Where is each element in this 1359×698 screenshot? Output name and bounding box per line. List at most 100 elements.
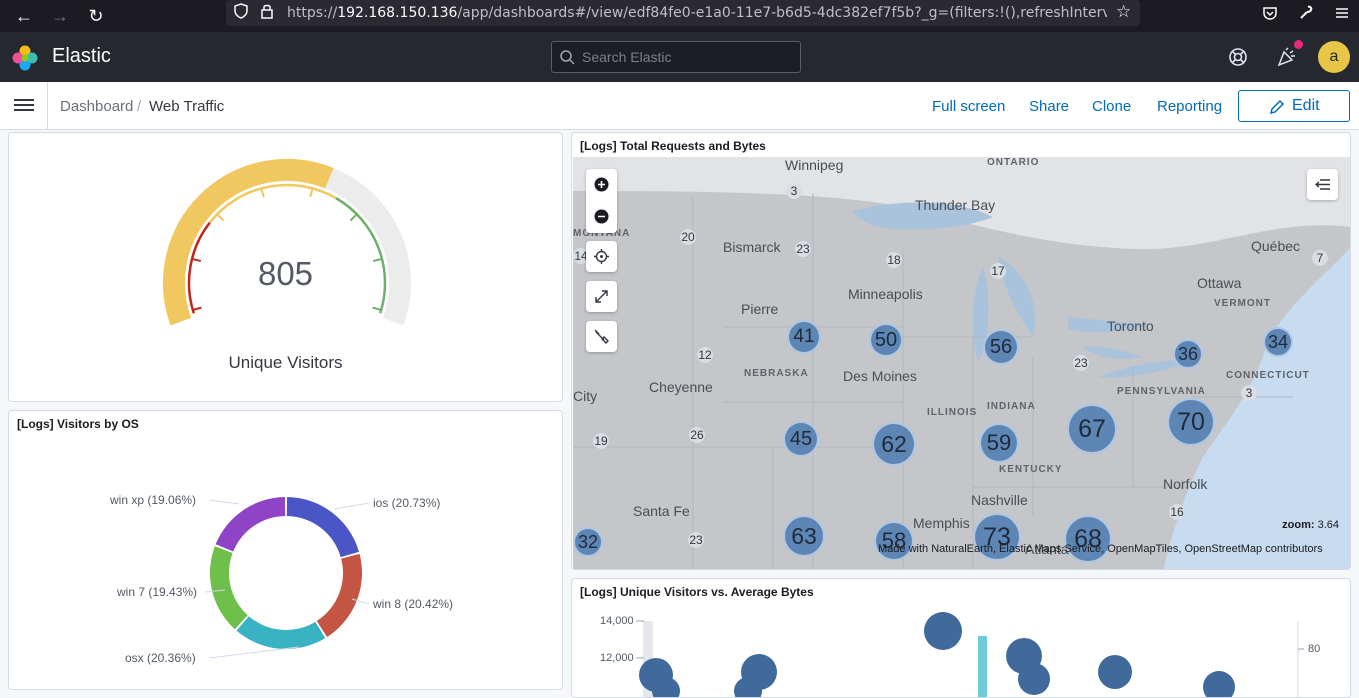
breadcrumb-current: Web Traffic <box>149 98 225 115</box>
url-text[interactable]: https://192.168.150.136/app/dashboards#/… <box>287 5 1107 21</box>
brand-name[interactable]: Elastic <box>52 45 111 68</box>
region-label: INDIANA <box>987 401 1036 412</box>
url-path: /app/dashboards#/view/edf84fe0-e1a0-11e7… <box>457 5 1107 21</box>
count-dot[interactable]: 19 <box>593 433 609 449</box>
donut-slice[interactable] <box>209 546 248 630</box>
forward-arrow-icon[interactable]: → <box>48 4 72 28</box>
cluster-marker[interactable]: 36 <box>1173 339 1203 369</box>
url-host: 192.168.150.136 <box>337 5 458 21</box>
cluster-marker[interactable]: 56 <box>983 329 1019 365</box>
share-button[interactable]: Share <box>1029 98 1069 115</box>
pocket-icon[interactable] <box>1262 5 1278 21</box>
visitors-vs-bytes-panel[interactable]: [Logs] Unique Visitors vs. Average Bytes… <box>571 578 1351 698</box>
breadcrumb-dashboard[interactable]: Dashboard <box>60 98 133 115</box>
cluster-marker[interactable]: 68 <box>1064 515 1112 563</box>
count-dot[interactable]: 26 <box>689 427 705 443</box>
cluster-marker[interactable]: 32 <box>573 527 603 557</box>
cluster-marker[interactable]: 45 <box>783 421 819 457</box>
clone-button[interactable]: Clone <box>1092 98 1131 115</box>
cluster-marker[interactable]: 41 <box>787 320 821 354</box>
hamburger-menu-icon[interactable] <box>1334 5 1350 21</box>
reporting-button[interactable]: Reporting <box>1157 98 1222 115</box>
donut-slice[interactable] <box>215 497 286 552</box>
full-screen-button[interactable]: Full screen <box>932 98 1005 115</box>
zoom-in-icon[interactable] <box>594 177 609 192</box>
cluster-marker[interactable]: 70 <box>1167 398 1215 446</box>
cluster-marker[interactable]: 34 <box>1263 327 1293 357</box>
slice-label-win7: win 7 (19.43%) <box>117 585 198 599</box>
browser-toolbar: ← → ↻ https://192.168.150.136/app/dashbo… <box>0 0 1359 32</box>
region-label: KENTUCKY <box>999 464 1063 475</box>
gauge-tick <box>192 306 202 311</box>
count-dot[interactable]: 23 <box>688 532 704 548</box>
cluster-marker[interactable]: 58 <box>874 521 914 561</box>
tools-button[interactable] <box>586 321 617 352</box>
wrench-icon[interactable] <box>1298 5 1314 21</box>
zoom-out-icon[interactable] <box>594 209 609 224</box>
count-dot[interactable]: 3 <box>1241 385 1257 401</box>
news-feed-icon[interactable] <box>1276 46 1298 68</box>
bubble-point[interactable] <box>1203 671 1235 698</box>
bubble-point[interactable] <box>1018 663 1050 695</box>
divider <box>47 82 48 130</box>
count-dot[interactable]: 23 <box>795 241 811 257</box>
fit-to-data-button[interactable] <box>586 281 617 312</box>
slice-label-osx: osx (20.36%) <box>125 651 196 665</box>
cluster-marker[interactable]: 62 <box>872 422 916 466</box>
reload-icon[interactable]: ↻ <box>84 4 108 28</box>
count-dot[interactable]: 20 <box>680 229 696 245</box>
edit-button[interactable]: Edit <box>1238 90 1350 122</box>
count-dot[interactable]: 23 <box>1073 355 1089 371</box>
legend-toggle-button[interactable] <box>1307 169 1338 200</box>
region-label: ONTARIO <box>987 157 1040 168</box>
bar-mark <box>978 636 987 697</box>
gauge-tick <box>260 188 265 198</box>
crosshair-icon <box>594 249 609 264</box>
count-dot[interactable]: 17 <box>990 263 1006 279</box>
cluster-marker[interactable]: 67 <box>1067 404 1117 454</box>
kibana-header: Elastic a <box>0 32 1359 82</box>
gauge-tick <box>216 213 225 222</box>
city-label: Pierre <box>741 301 779 317</box>
label-leader-line <box>208 499 240 505</box>
donut-slice[interactable] <box>316 553 362 637</box>
slice-label-winxp: win xp (19.06%) <box>110 493 197 507</box>
expand-icon <box>595 290 608 303</box>
elastic-logo-icon[interactable] <box>12 45 38 71</box>
zoom-readout: zoom: 3.64 <box>1282 519 1339 531</box>
url-bar[interactable]: https://192.168.150.136/app/dashboards#/… <box>226 0 1140 26</box>
global-search[interactable] <box>551 41 801 73</box>
help-lifebuoy-icon[interactable] <box>1227 46 1249 68</box>
cluster-marker[interactable]: 50 <box>869 323 903 357</box>
donut-slice[interactable] <box>236 616 326 649</box>
bubble-point[interactable] <box>924 612 962 650</box>
label-leader-line <box>208 646 300 659</box>
back-arrow-icon[interactable]: ← <box>12 4 36 28</box>
count-dot[interactable]: 18 <box>886 252 902 268</box>
slice-label-win8: win 8 (20.42%) <box>373 597 454 611</box>
search-input[interactable] <box>582 48 792 66</box>
bookmark-star-icon[interactable]: ☆ <box>1116 2 1131 22</box>
lock-icon[interactable] <box>260 3 274 19</box>
cluster-marker[interactable]: 59 <box>979 423 1019 463</box>
bubble-point[interactable] <box>1098 655 1132 689</box>
count-dot[interactable]: 16 <box>1169 504 1185 520</box>
user-avatar[interactable]: a <box>1318 41 1350 73</box>
map-attribution[interactable]: Made with NaturalEarth, Elastic Maps Ser… <box>878 543 1323 555</box>
locate-button[interactable] <box>586 241 617 272</box>
count-dot[interactable]: 7 <box>1312 250 1328 266</box>
gauge-panel[interactable]: 805 Unique Visitors <box>8 132 563 402</box>
visitors-by-os-panel[interactable]: [Logs] Visitors by OS ios (20.73%) win 8… <box>8 410 563 690</box>
count-dot[interactable]: 3 <box>786 183 802 199</box>
nav-menu-button[interactable] <box>14 96 34 116</box>
cluster-marker[interactable]: 63 <box>783 515 825 557</box>
donut-slice[interactable] <box>286 497 359 558</box>
requests-map-panel[interactable]: [Logs] Total Requests and Bytes Winnipeg… <box>571 132 1351 570</box>
count-dot[interactable]: 12 <box>697 347 713 363</box>
city-label: Minneapolis <box>848 286 923 302</box>
slice-label-ios: ios (20.73%) <box>373 496 441 510</box>
map-canvas[interactable]: Winnipeg Thunder Bay Bismarck Pierre Min… <box>573 157 1350 569</box>
region-label: PENNSYLVANIA <box>1117 386 1206 397</box>
gauge-label: Unique Visitors <box>228 353 343 372</box>
shield-icon[interactable] <box>234 3 248 19</box>
